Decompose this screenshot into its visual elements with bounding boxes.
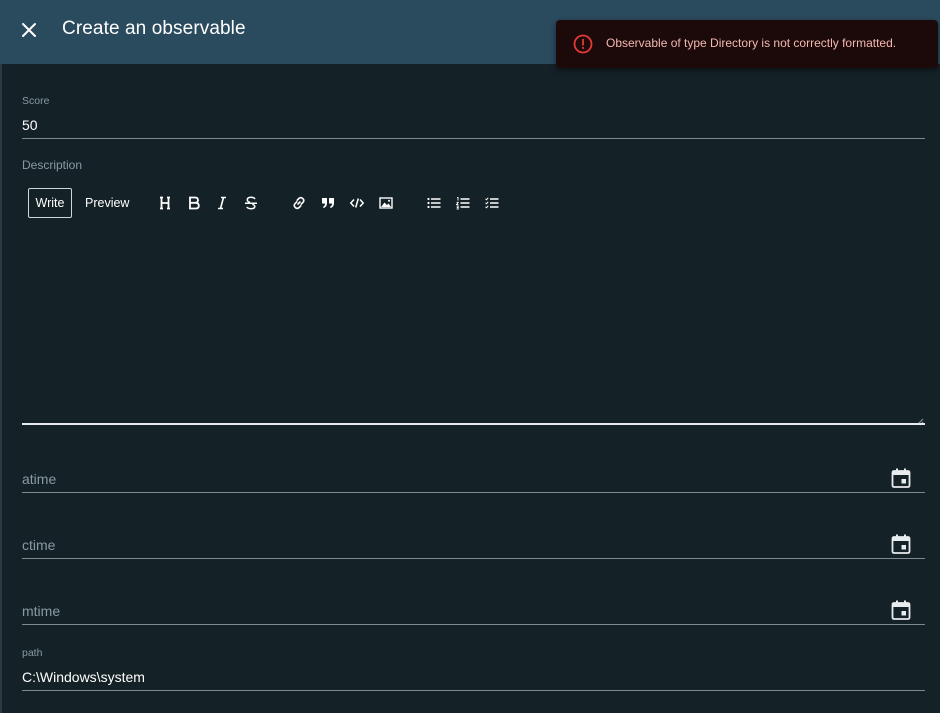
resize-handle[interactable] — [914, 413, 924, 426]
quote-icon[interactable] — [320, 195, 336, 211]
link-icon[interactable] — [291, 195, 307, 211]
dialog-title: Create an observable — [62, 18, 246, 39]
error-circle-icon — [573, 34, 593, 54]
score-underline — [22, 138, 925, 139]
ordered-list-icon[interactable] — [455, 195, 471, 211]
image-icon[interactable] — [378, 195, 394, 211]
mtime-underline — [22, 624, 925, 625]
path-input[interactable]: C:\Windows\system — [22, 669, 145, 685]
atime-underline — [22, 492, 925, 493]
toast-message: Observable of type Directory is not corr… — [606, 36, 897, 50]
calendar-icon[interactable] — [890, 533, 912, 555]
ctime-input[interactable]: ctime — [22, 537, 55, 553]
path-label: path — [22, 647, 43, 659]
strikethrough-icon[interactable] — [243, 195, 259, 211]
error-toast: Observable of type Directory is not corr… — [556, 20, 938, 68]
atime-input[interactable]: atime — [22, 471, 56, 487]
checklist-icon[interactable] — [484, 195, 500, 211]
calendar-icon[interactable] — [890, 599, 912, 621]
unordered-list-icon[interactable] — [426, 195, 442, 211]
description-label: Description — [22, 158, 83, 172]
heading-icon[interactable] — [157, 195, 173, 211]
code-icon[interactable] — [349, 195, 365, 211]
mtime-input[interactable]: mtime — [22, 603, 60, 619]
path-underline — [22, 690, 925, 691]
calendar-icon[interactable] — [890, 467, 912, 489]
italic-icon[interactable] — [214, 195, 230, 211]
tab-write[interactable]: Write — [28, 188, 72, 218]
close-icon[interactable] — [18, 19, 40, 41]
ctime-underline — [22, 558, 925, 559]
bold-icon[interactable] — [186, 195, 202, 211]
tab-preview[interactable]: Preview — [85, 196, 129, 210]
description-underline — [22, 423, 925, 425]
drawer-edge — [0, 64, 2, 713]
score-label: Score — [22, 95, 50, 107]
score-input[interactable]: 50 — [22, 117, 38, 133]
